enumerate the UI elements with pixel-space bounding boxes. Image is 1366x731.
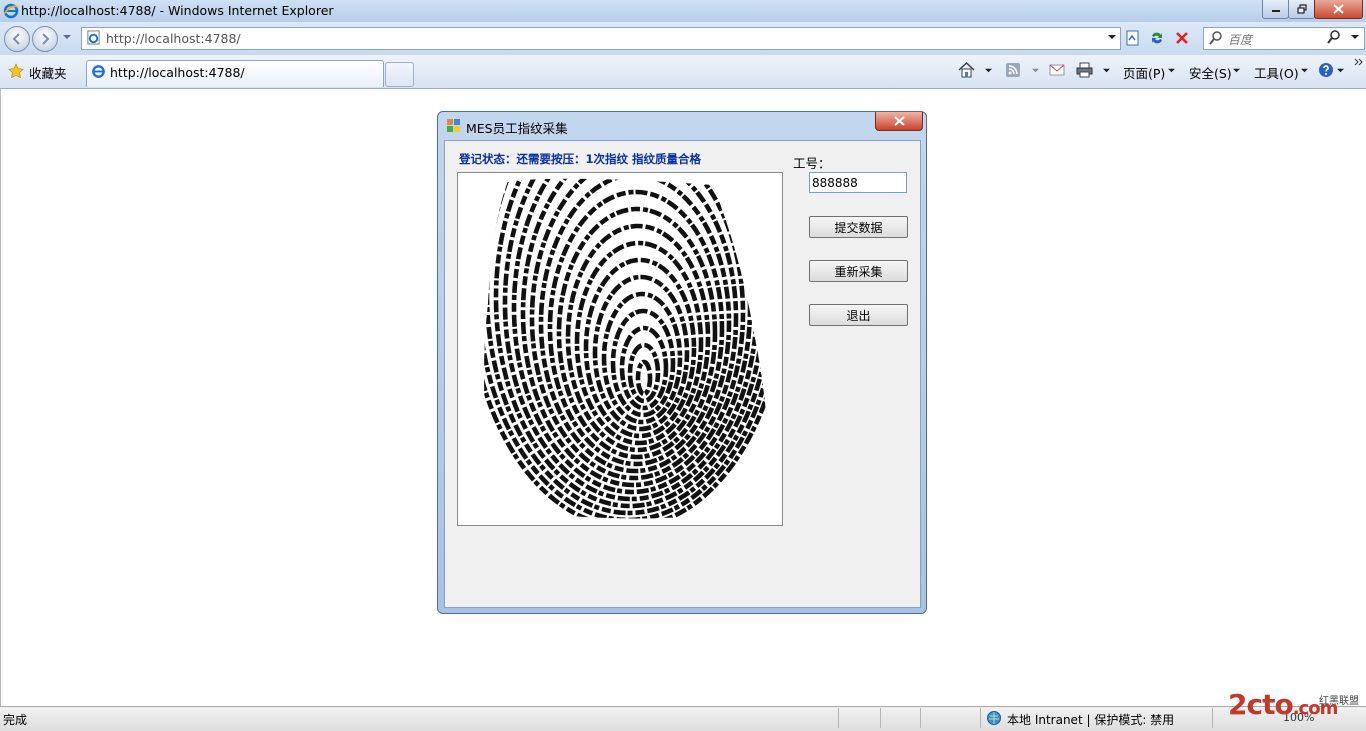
- forward-button[interactable]: [32, 26, 58, 52]
- page-menu-dropdown-icon[interactable]: [1167, 67, 1176, 74]
- help-icon[interactable]: [1318, 62, 1334, 78]
- status-separator: [838, 708, 839, 728]
- page-ie-icon: [86, 30, 101, 45]
- registration-status: 登记状态：还需要按压：1次指纹 指纹质量合格: [459, 152, 702, 166]
- status-separator: [980, 708, 981, 728]
- address-url: http://localhost:4788/: [106, 31, 241, 46]
- status-separator: [880, 708, 881, 728]
- window-title: http://localhost:4788/ - Windows Interne…: [21, 3, 334, 18]
- minimize-button[interactable]: [1262, 0, 1289, 19]
- refresh-icon[interactable]: [1149, 30, 1165, 46]
- print-icon[interactable]: [1076, 62, 1093, 78]
- status-separator: [920, 708, 921, 728]
- app-icon: [446, 118, 461, 133]
- search-icon[interactable]: [1327, 30, 1341, 44]
- close-icon: [1333, 4, 1344, 14]
- compatibility-view-icon[interactable]: [1125, 30, 1141, 46]
- forward-arrow-icon: [33, 27, 57, 51]
- new-tab-button[interactable]: [385, 62, 414, 87]
- home-dropdown-icon[interactable]: [984, 67, 993, 74]
- tools-menu-dropdown-icon[interactable]: [1300, 67, 1309, 74]
- mail-icon[interactable]: [1049, 63, 1065, 77]
- exit-button[interactable]: 退出: [809, 304, 908, 326]
- security-zone[interactable]: 本地 Intranet | 保护模式: 禁用: [1007, 711, 1174, 728]
- stop-icon[interactable]: [1174, 30, 1190, 46]
- dialog-close-button[interactable]: [875, 112, 923, 131]
- status-separator: [1212, 708, 1213, 728]
- back-arrow-icon: [5, 27, 29, 51]
- close-icon: [893, 116, 905, 126]
- home-icon[interactable]: [958, 62, 975, 78]
- favorites-star-icon[interactable]: [8, 63, 24, 79]
- tab-title: http://localhost:4788/: [110, 65, 245, 80]
- help-dropdown-icon[interactable]: [1336, 67, 1345, 74]
- close-button[interactable]: [1314, 0, 1363, 19]
- employee-number-input[interactable]: [809, 172, 907, 193]
- watermark-brand: 2cto: [1228, 688, 1294, 721]
- recapture-button[interactable]: 重新采集: [809, 260, 908, 282]
- chevron-more-icon[interactable]: [1354, 58, 1363, 68]
- search-placeholder: 百度: [1228, 33, 1253, 47]
- print-dropdown-icon[interactable]: [1102, 67, 1111, 74]
- address-dropdown-icon[interactable]: [1107, 33, 1117, 41]
- ie-logo-icon: [3, 3, 19, 19]
- watermark-subtitle: 红黑联盟: [1319, 696, 1359, 707]
- status-text: 完成: [3, 713, 28, 727]
- feeds-icon[interactable]: [1005, 62, 1021, 78]
- history-dropdown-icon[interactable]: [62, 33, 72, 41]
- minimize-icon: [1271, 5, 1281, 13]
- dialog-title: MES员工指纹采集: [466, 121, 568, 136]
- submit-data-button[interactable]: 提交数据: [809, 216, 908, 238]
- page-menu[interactable]: 页面(P): [1123, 63, 1165, 82]
- favorites-button[interactable]: 收藏夹: [29, 63, 67, 82]
- search-dropdown-icon[interactable]: [1350, 33, 1360, 41]
- maximize-button[interactable]: [1288, 0, 1315, 19]
- intranet-globe-icon: [986, 710, 1002, 726]
- back-button[interactable]: [4, 26, 30, 52]
- tools-menu[interactable]: 工具(O): [1254, 63, 1299, 82]
- safety-menu[interactable]: 安全(S): [1189, 63, 1232, 82]
- restore-icon: [1296, 4, 1307, 14]
- safety-menu-dropdown-icon[interactable]: [1232, 67, 1241, 74]
- fingerprint-image: [457, 172, 783, 526]
- search-provider-icon: [1208, 30, 1224, 46]
- feeds-dropdown-icon[interactable]: [1031, 67, 1040, 74]
- tab-ie-icon: [91, 64, 106, 79]
- employee-number-label: 工号：: [793, 156, 831, 171]
